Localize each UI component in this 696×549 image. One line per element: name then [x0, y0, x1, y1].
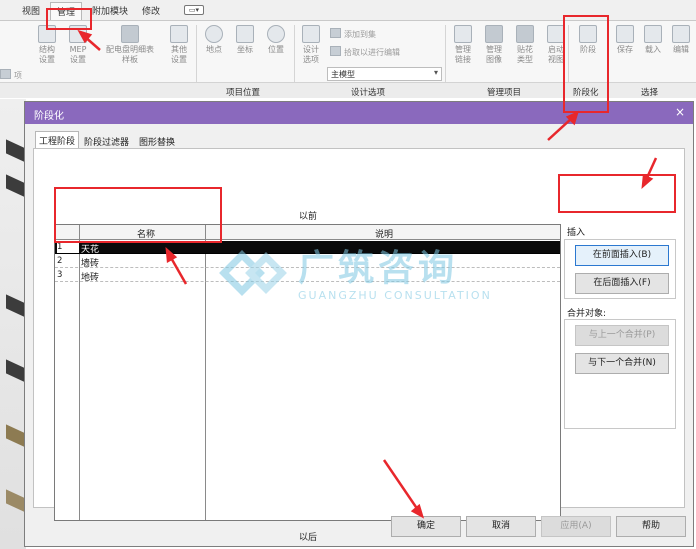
- ribbon-separator: [196, 25, 197, 89]
- model-element: [6, 359, 26, 383]
- model-element: [6, 489, 26, 513]
- ok-button[interactable]: 确定: [391, 516, 461, 537]
- combine-group-label: 合并对象:: [567, 309, 607, 319]
- edit-selection-button[interactable]: 编辑: [666, 25, 696, 55]
- group-project-location: 项目位置: [226, 88, 261, 98]
- coordinates-icon: [236, 25, 254, 43]
- position-button[interactable]: 位置: [261, 25, 291, 55]
- model-element: [6, 174, 26, 198]
- manage-images-icon: [485, 25, 503, 43]
- help-button[interactable]: 帮助: [616, 516, 686, 537]
- manage-images-button[interactable]: 管理 图像: [479, 25, 509, 65]
- manage-links-icon: [454, 25, 472, 43]
- location-button[interactable]: 地点: [199, 25, 229, 55]
- phase-name-cell[interactable]: 天花: [81, 242, 99, 255]
- decal-types-icon: [516, 25, 534, 43]
- save-selection-button[interactable]: 保存: [610, 25, 640, 55]
- watermark-logo-icon: [219, 250, 287, 296]
- model-element: [6, 294, 26, 318]
- chevron-down-icon: ▾: [433, 68, 438, 77]
- group-manage-project: 管理项目: [487, 88, 522, 98]
- annotation-box-manage-tab: [46, 8, 92, 30]
- cancel-button[interactable]: 取消: [466, 516, 536, 537]
- load-selection-button[interactable]: 载入: [638, 25, 668, 55]
- model-element: [6, 139, 26, 163]
- ribbon-minimize-icon[interactable]: ▭▾: [184, 5, 204, 15]
- add-to-set-button[interactable]: 添加到集: [330, 28, 376, 40]
- insert-after-button[interactable]: 在后面插入(F): [575, 273, 669, 294]
- row-number: 1: [57, 242, 79, 253]
- edit-icon: [672, 25, 690, 43]
- panel-schedule-template-button[interactable]: 配电盘明细表 样板: [100, 25, 160, 65]
- watermark-brand: 广筑咨询: [298, 248, 459, 289]
- ribbon-separator: [445, 25, 446, 89]
- group-selection: 选择: [641, 88, 659, 98]
- phasing-dialog: 阶段化 × 工程阶段 阶段过滤器 图形替换 以前 名称 说明 1 天花 2 墙砖…: [24, 101, 694, 547]
- pick-to-edit-button[interactable]: 拾取以进行编辑: [330, 46, 400, 58]
- apply-button[interactable]: 应用(A): [541, 516, 611, 537]
- annotation-box-insert-before: [558, 174, 676, 213]
- insert-group-label: 插入: [567, 228, 586, 238]
- phase-name-cell[interactable]: 地砖: [81, 270, 99, 283]
- tab-modify[interactable]: 修改: [142, 4, 160, 17]
- watermark: 广筑咨询 GUANGZHU CONSULTATION: [212, 237, 492, 309]
- design-options-icon: [302, 25, 320, 43]
- close-icon[interactable]: ×: [675, 105, 685, 119]
- ribbon-separator: [294, 25, 295, 89]
- dialog-title: 阶段化: [34, 111, 64, 122]
- mep-settings-button[interactable]: MEP 设置: [63, 25, 93, 65]
- combine-next-button[interactable]: 与下一个合并(N): [575, 353, 669, 374]
- annotation-box-phase-rows: [54, 187, 222, 243]
- ribbon-partial-label: 项: [0, 69, 22, 81]
- label-later: 以后: [299, 533, 318, 543]
- globe-icon: [205, 25, 223, 43]
- watermark-subtitle: GUANGZHU CONSULTATION: [298, 289, 492, 302]
- background-3d-view: [0, 99, 26, 549]
- group-design-options: 设计选项: [351, 88, 386, 98]
- save-icon: [616, 25, 634, 43]
- label-earlier: 以前: [299, 212, 318, 222]
- position-icon: [267, 25, 285, 43]
- model-element: [6, 424, 26, 448]
- combine-previous-button[interactable]: 与上一个合并(P): [575, 325, 669, 346]
- coordinates-button[interactable]: 坐标: [230, 25, 260, 55]
- wrench-icon: [170, 25, 188, 43]
- panel-schedule-icon: [121, 25, 139, 43]
- insert-before-button[interactable]: 在前面插入(B): [575, 245, 669, 266]
- additional-settings-button[interactable]: 其他 设置: [164, 25, 194, 65]
- manage-links-button[interactable]: 管理 链接: [448, 25, 478, 65]
- tab-add-ins[interactable]: 附加模块: [92, 4, 128, 17]
- row-number: 3: [57, 270, 63, 280]
- phase-name-cell[interactable]: 墙砖: [81, 256, 99, 269]
- decal-types-button[interactable]: 贴花 类型: [510, 25, 540, 65]
- revit-window: 视图 管理 附加模块 修改 ▭▾ 项 结构 设置 MEP 设置 配电盘明细表 样…: [0, 0, 696, 549]
- design-option-select[interactable]: 主模型 ▾: [327, 67, 442, 81]
- design-options-button[interactable]: 设计 选项: [296, 25, 326, 65]
- tab-phase-filters[interactable]: 阶段过滤器: [81, 133, 132, 149]
- annotation-box-phases-button: [563, 15, 609, 113]
- structural-settings-button[interactable]: 结构 设置: [32, 25, 62, 65]
- tab-view[interactable]: 视图: [22, 4, 40, 17]
- row-number: 2: [57, 256, 63, 266]
- tab-graphic-overrides[interactable]: 图形替换: [136, 133, 178, 149]
- load-icon: [644, 25, 662, 43]
- tab-project-phases[interactable]: 工程阶段: [35, 131, 80, 149]
